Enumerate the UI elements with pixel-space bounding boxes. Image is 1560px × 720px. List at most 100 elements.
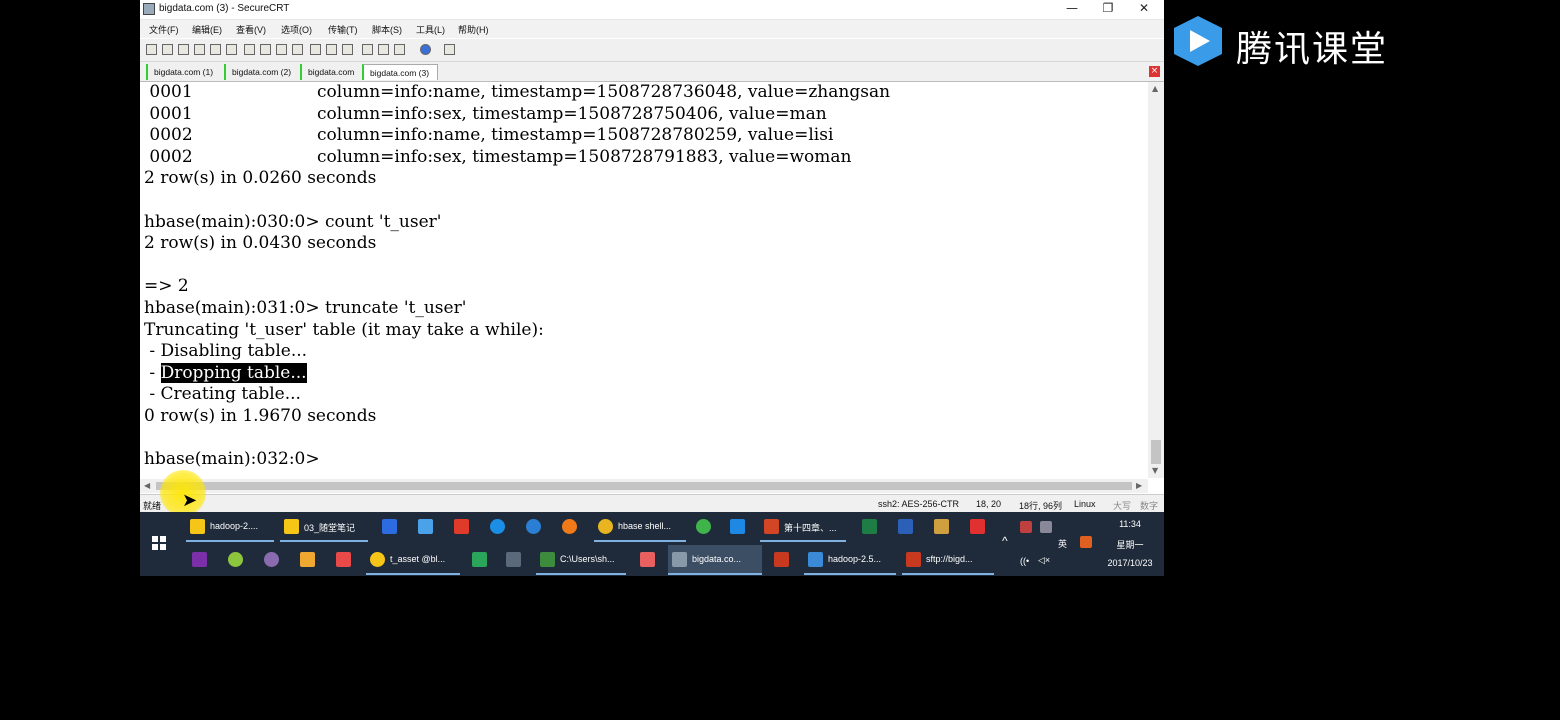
connect-icon[interactable]	[146, 44, 157, 55]
app-g-icon[interactable]	[382, 519, 397, 534]
horizontal-scrollbar[interactable]: ◀ ▶	[140, 479, 1148, 493]
print-setup-icon[interactable]	[310, 44, 321, 55]
app-cluster-icon[interactable]	[418, 519, 433, 534]
powerpoint-icon	[764, 519, 779, 534]
tab-bigdata-2[interactable]: bigdata.com (2)	[224, 64, 298, 80]
close-button[interactable]: ✕	[1126, 0, 1162, 18]
tab-bigdata[interactable]: bigdata.com	[300, 64, 358, 80]
tray-expand-icon[interactable]: ^	[1002, 534, 1008, 548]
menu-options[interactable]: 选项(O)	[281, 23, 312, 36]
taskbar-powerpoint[interactable]: 第十四章、...	[760, 512, 846, 542]
app-jar-icon[interactable]	[454, 519, 469, 534]
print-preview-icon[interactable]	[326, 44, 337, 55]
status-cursor-position: 18, 20	[976, 499, 1002, 509]
ie-icon[interactable]	[526, 519, 541, 534]
sogou-ime-icon[interactable]	[1080, 536, 1092, 548]
app-bird-icon[interactable]	[730, 519, 745, 534]
vertical-scroll-thumb[interactable]	[1151, 440, 1161, 464]
terminal-output[interactable]: 0001 column=info:name, timestamp=1508728…	[140, 82, 1148, 478]
clock-time[interactable]: 11:34	[1098, 519, 1162, 529]
firefox-icon[interactable]	[562, 519, 577, 534]
close-session-icon[interactable]	[226, 44, 237, 55]
keymap-icon[interactable]	[394, 44, 405, 55]
menu-help[interactable]: 帮助(H)	[458, 23, 489, 36]
scroll-right-icon[interactable]: ▶	[1136, 481, 1142, 490]
app-eraser-icon[interactable]	[640, 552, 655, 567]
disconnect-icon[interactable]	[210, 44, 221, 55]
scroll-left-icon[interactable]: ◀	[144, 481, 150, 490]
terminal-line: - Disabling table...	[144, 341, 308, 362]
status-terminal-size: 18行, 96列	[1019, 501, 1063, 511]
tray-battery-icon[interactable]	[1040, 521, 1052, 533]
taskbar-filezilla-sftp[interactable]: sftp://bigd...	[902, 545, 994, 575]
menu-script[interactable]: 脚本(S)	[372, 23, 402, 36]
windows-taskbar: hadoop-2.... 03_随堂笔记 hbase shell... 第十四章…	[140, 512, 1164, 576]
connect-tab-icon[interactable]	[178, 44, 189, 55]
toolbar	[140, 39, 1164, 62]
horizontal-scroll-thumb[interactable]	[156, 482, 1132, 490]
clock-weekday[interactable]: 星期一	[1098, 538, 1162, 551]
app-ribbon-icon[interactable]	[336, 552, 351, 567]
scroll-up-icon[interactable]: ▲	[1152, 84, 1158, 93]
menu-view[interactable]: 查看(V)	[236, 23, 266, 36]
app-hand-icon[interactable]	[300, 552, 315, 567]
menu-file[interactable]: 文件(F)	[149, 23, 179, 36]
windows-start-icon[interactable]	[152, 536, 166, 550]
copy-icon[interactable]	[244, 44, 255, 55]
global-options-icon[interactable]	[378, 44, 389, 55]
paste-icon[interactable]	[260, 44, 271, 55]
app-rp-icon[interactable]	[192, 552, 207, 567]
tray-app-icon[interactable]	[1020, 521, 1032, 533]
status-os: Linux	[1074, 499, 1096, 509]
app-green-icon[interactable]	[696, 519, 711, 534]
taskbar-folder-notes[interactable]: 03_随堂笔记	[280, 512, 368, 542]
print-icon[interactable]	[342, 44, 353, 55]
app-360-icon[interactable]	[228, 552, 243, 567]
taskbar-explorer-hadoop[interactable]: hadoop-2.5...	[804, 545, 896, 575]
find-icon[interactable]	[292, 44, 303, 55]
help-icon[interactable]	[420, 44, 431, 55]
reconnect-icon[interactable]	[194, 44, 205, 55]
copy-paste-icon[interactable]	[276, 44, 287, 55]
restore-button[interactable]: ❐	[1090, 0, 1126, 18]
terminal-line: 0 row(s) in 1.9670 seconds	[144, 406, 377, 426]
wifi-icon[interactable]: ((•	[1020, 556, 1029, 566]
menu-edit[interactable]: 编辑(E)	[192, 23, 222, 36]
selected-text: Dropping table...	[160, 362, 307, 383]
clock-date[interactable]: 2017/10/23	[1098, 558, 1162, 568]
eclipse-icon[interactable]	[264, 552, 279, 567]
excel-icon[interactable]	[862, 519, 877, 534]
pycharm-icon[interactable]	[472, 552, 487, 567]
app-puzzle-icon[interactable]	[934, 519, 949, 534]
vertical-scrollbar[interactable]: ▲ ▼	[1148, 82, 1164, 478]
taskbar-cmd-users[interactable]: C:\Users\sh...	[536, 545, 626, 575]
app-j-icon[interactable]	[506, 552, 521, 567]
sftp-icon[interactable]	[444, 44, 455, 55]
word-icon[interactable]	[898, 519, 913, 534]
taskbar-chrome-hbase-shell[interactable]: hbase shell...	[594, 512, 686, 542]
tab-bigdata-3[interactable]: bigdata.com (3)	[362, 64, 438, 80]
folder-icon	[284, 519, 299, 534]
session-options-icon[interactable]	[362, 44, 373, 55]
close-tab-icon[interactable]: ×	[1149, 66, 1160, 77]
navicat-icon	[370, 552, 385, 567]
minimize-button[interactable]: —	[1054, 0, 1090, 18]
menu-transfer[interactable]: 传输(T)	[328, 23, 358, 36]
tab-bigdata-1[interactable]: bigdata.com (1)	[146, 64, 220, 80]
taskbar-folder-hadoop[interactable]: hadoop-2....	[186, 512, 274, 542]
chrome-icon	[598, 519, 613, 534]
ime-indicator[interactable]: 英	[1058, 537, 1067, 550]
brand-name: 腾讯课堂	[1236, 29, 1389, 70]
app-k-icon[interactable]	[490, 519, 505, 534]
scroll-down-icon[interactable]: ▼	[1152, 466, 1158, 475]
quick-connect-icon[interactable]	[162, 44, 173, 55]
terminal-line: => 2	[144, 276, 189, 297]
taskbar-securecrt-bigdata[interactable]: bigdata.co...	[668, 545, 762, 575]
terminal-line: hbase(main):031:0> truncate 't_user'	[144, 298, 467, 318]
volume-icon[interactable]: ◁×	[1038, 555, 1050, 566]
filezilla-icon[interactable]	[774, 552, 789, 567]
taskbar-navicat-asset[interactable]: t_asset @bl...	[366, 545, 460, 575]
menu-tools[interactable]: 工具(L)	[416, 23, 445, 36]
app-x-icon[interactable]	[970, 519, 985, 534]
window-title: bigdata.com (3) - SecureCRT	[159, 3, 290, 14]
